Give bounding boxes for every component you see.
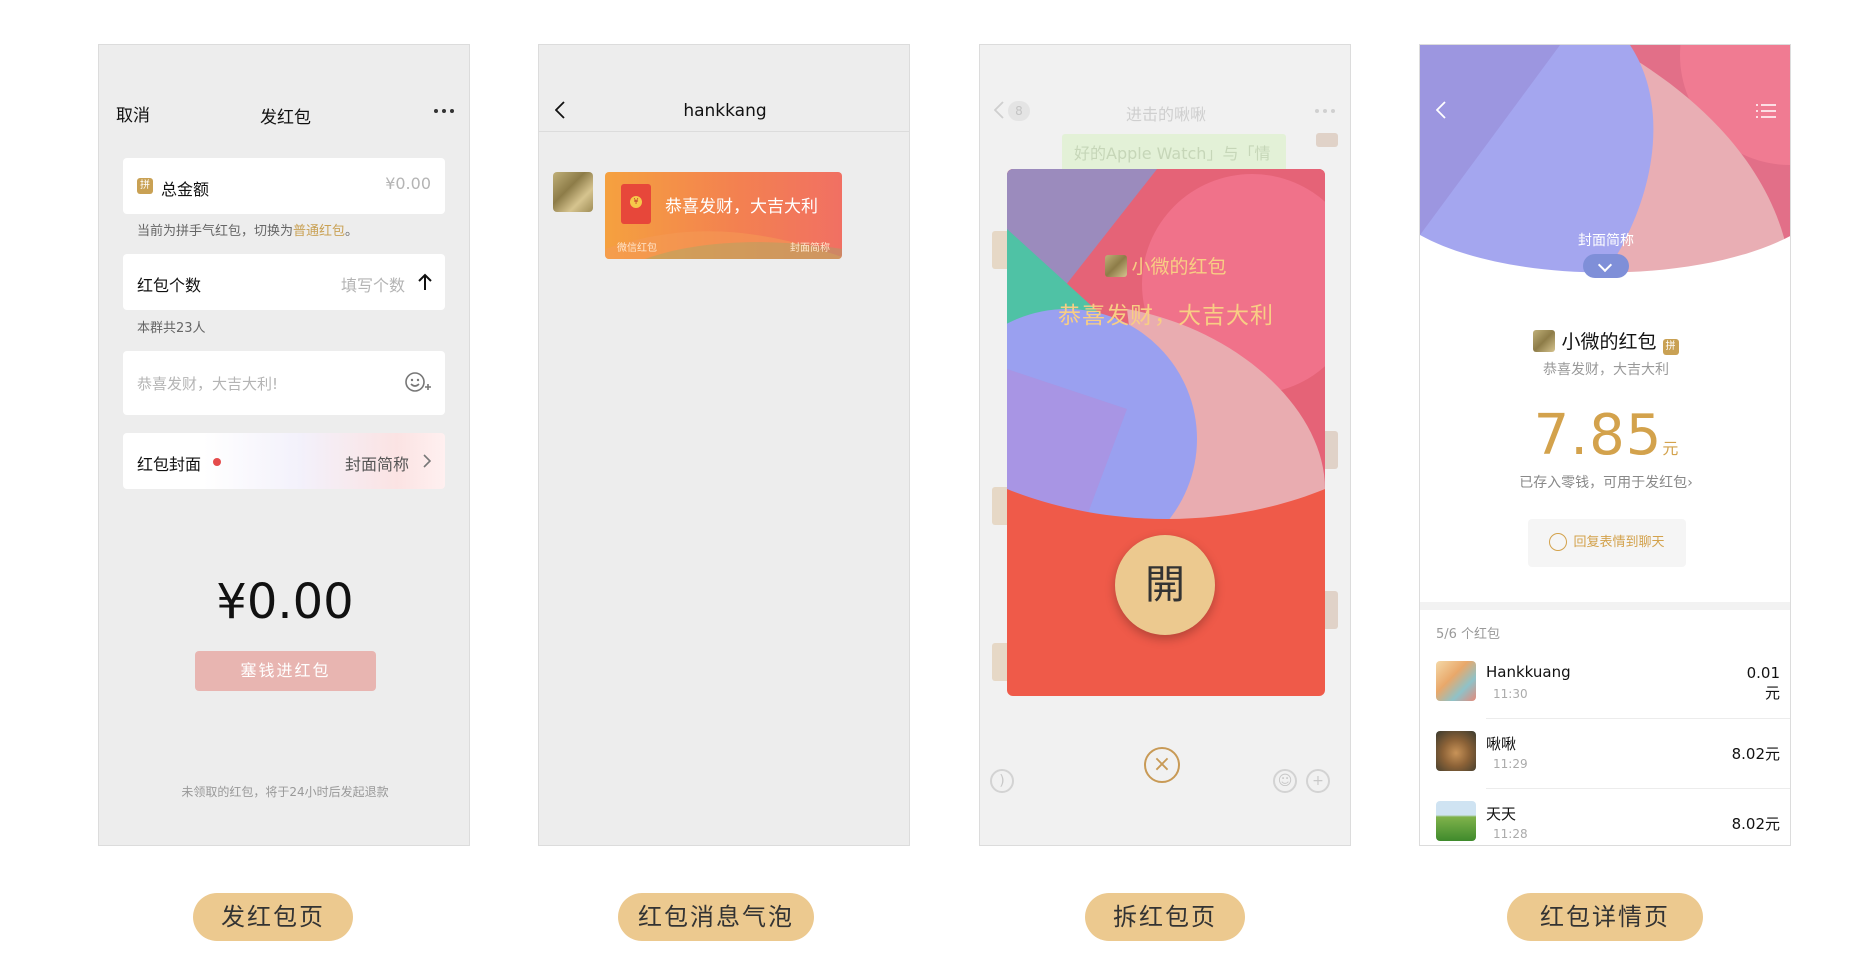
reply-sticker-label: 回复表情到聊天 [1573, 535, 1665, 550]
stored-note[interactable]: 已存入零钱，可用于发红包› [1420, 472, 1790, 492]
back-icon[interactable] [1436, 101, 1446, 119]
cover-name: 封面简称 [1578, 233, 1634, 249]
emoji-icon: ☺ [1273, 769, 1297, 793]
send-page-screen: 取消 发红包 拼 总金额 ¥0.00 当前为拼手气红包，切换为普通红包。 红包个… [98, 44, 470, 846]
switch-normal-link[interactable]: 普通红包 [293, 224, 345, 239]
amount-unit: 元 [1662, 439, 1679, 458]
close-icon[interactable]: × [1144, 747, 1180, 783]
submit-button[interactable]: 塞钱进红包 [195, 651, 376, 691]
list-icon[interactable] [1756, 103, 1776, 119]
pin-badge-icon: 拼 [1662, 339, 1679, 355]
group-size-hint: 本群共23人 [137, 321, 206, 336]
record-amount-value: 0.01 [1746, 664, 1780, 682]
record-name: Hankkuang [1486, 663, 1571, 681]
envelope-count-placeholder: 填写个数 [340, 276, 405, 295]
record-row[interactable]: Hankkuang 11:30 0.01 元 [1420, 649, 1790, 719]
record-amount-unit: 元 [1764, 684, 1780, 702]
record-amount: 0.01 元 [1747, 663, 1780, 703]
cover-hero: 封面简称 [1420, 45, 1790, 295]
total-amount-value: ¥0.00 [385, 174, 431, 193]
record-row[interactable]: 天天 11:28 8.02元 [1420, 789, 1790, 845]
pin-badge-icon: 拼 [137, 178, 153, 194]
total-amount-label: 总金额 [161, 180, 210, 199]
mode-hint: 当前为拼手气红包，切换为普通红包。 [137, 220, 358, 239]
caption-detail-page: 红包详情页 [1507, 893, 1703, 941]
packet-count-summary: 5/6 个红包 [1436, 627, 1501, 642]
caption-send-page: 发红包页 [193, 893, 353, 941]
record-amount: 8.02元 [1731, 745, 1780, 763]
bubble-footer-left: 微信红包 [617, 243, 657, 254]
red-packet-bubble[interactable]: ¥ 恭喜发财，大吉大利 微信红包 封面简称 [605, 172, 842, 259]
record-amount: 8.02元 [1731, 815, 1780, 833]
detail-wish: 恭喜发财，大吉大利 [1543, 362, 1669, 378]
expand-cover-button[interactable] [1583, 254, 1629, 278]
envelope-icon: ¥ [621, 184, 651, 224]
amount-display: ¥0.00 [216, 574, 354, 630]
mode-hint-end: 。 [345, 224, 359, 239]
chevron-right-icon: › [1687, 475, 1693, 491]
stored-note-text: 已存入零钱，可用于发红包 [1519, 475, 1688, 491]
chat-title: 进击的啾啾 [1125, 105, 1206, 124]
new-dot-badge [213, 458, 221, 466]
bubble-footer-right: 封面简称 [790, 243, 830, 254]
record-time: 11:28 [1493, 827, 1528, 841]
smile-icon [1549, 533, 1568, 551]
more-icon[interactable] [1315, 109, 1335, 113]
detail-page-screen: 封面简称 小微的红包拼 恭喜发财，大吉大利 7.85元 已存入零钱，可用于发红包… [1419, 44, 1791, 846]
sender-avatar [1533, 330, 1556, 352]
sender-line: 小微的红包 [1007, 252, 1325, 279]
sender-avatar [1105, 255, 1128, 277]
envelope-count-label: 红包个数 [137, 276, 202, 295]
sender-row: 小微的红包拼 [1420, 327, 1790, 355]
record-avatar [1436, 731, 1476, 771]
open-page-screen: 8 进击的啾啾 好的Apple Watch」与「情 小微的红包 恭喜发财，大吉大… [979, 44, 1351, 846]
caption-open-page: 拆红包页 [1085, 893, 1245, 941]
record-avatar [1436, 801, 1476, 841]
modal-wish: 恭喜发财，大吉大利 [1058, 303, 1274, 329]
reply-sticker-button[interactable]: 回复表情到聊天 [1528, 519, 1686, 567]
record-row[interactable]: 啾啾 11:29 8.02元 [1420, 719, 1790, 789]
emoji-add-icon[interactable] [405, 371, 431, 393]
received-amount: 7.85元 [1420, 403, 1790, 468]
envelope-count-field[interactable]: 红包个数 填写个数 [123, 254, 445, 310]
bubble-page-screen: hankkang ¥ 恭喜发财，大吉大利 微信红包 封面简称 [538, 44, 910, 846]
chat-avatar [1316, 133, 1338, 147]
sender-name: 小微的红包 [1131, 256, 1227, 278]
open-button[interactable]: 開 [1115, 535, 1215, 635]
chat-title: hankkang [683, 101, 767, 121]
caption-bubble-page: 红包消息气泡 [618, 893, 814, 941]
cancel-button[interactable]: 取消 [116, 101, 150, 126]
refund-note: 未领取的红包，将于24小时后发起退款 [181, 785, 389, 799]
record-time: 11:29 [1493, 757, 1528, 771]
wish-placeholder: 恭喜发财，大吉大利! [137, 375, 279, 393]
chat-message-text: 好的Apple Watch」与「情 [1074, 144, 1271, 163]
record-name: 天天 [1486, 805, 1517, 823]
coin-icon: ¥ [630, 196, 642, 208]
section-divider [1420, 602, 1790, 610]
plus-icon: + [1306, 769, 1330, 793]
total-amount-field[interactable]: 拼 总金额 ¥0.00 [123, 158, 445, 214]
voice-icon: ) [990, 769, 1014, 793]
cover-selector[interactable]: 红包封面 封面简称 [123, 433, 445, 489]
more-icon[interactable] [434, 109, 454, 113]
record-name: 啾啾 [1486, 735, 1517, 753]
amount-number: 7.85 [1533, 403, 1663, 468]
bubble-wish: 恭喜发财，大吉大利 [665, 197, 818, 217]
nav-divider [539, 131, 909, 132]
sender-avatar[interactable] [553, 172, 593, 212]
page-title: 发红包 [260, 108, 311, 128]
mode-hint-text: 当前为拼手气红包，切换为 [137, 224, 294, 239]
cover-value: 封面简称 [344, 455, 409, 474]
cover-label: 红包封面 [137, 455, 202, 474]
wish-input[interactable]: 恭喜发财，大吉大利! [123, 351, 445, 415]
chevron-right-icon [423, 454, 431, 468]
sender-name: 小微的红包 [1561, 331, 1657, 353]
red-packet-modal: 小微的红包 恭喜发财，大吉大利 開 [1007, 169, 1325, 696]
record-time: 11:30 [1493, 687, 1528, 701]
record-avatar [1436, 661, 1476, 701]
arrow-up-icon [418, 273, 432, 290]
